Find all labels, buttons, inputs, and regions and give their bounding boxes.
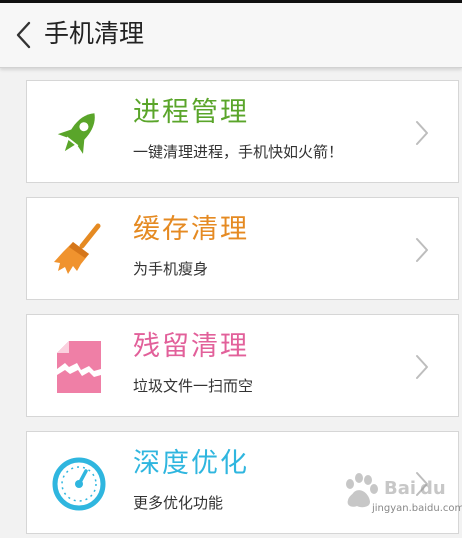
item-title: 缓存清理 bbox=[133, 214, 249, 245]
app-header: 手机清理 bbox=[0, 3, 462, 68]
item-title: 残留清理 bbox=[133, 331, 249, 362]
item-subtitle: 更多优化功能 bbox=[133, 494, 224, 512]
svg-text:Bai: Bai bbox=[384, 478, 416, 499]
residual-cleanup-item[interactable]: 残留清理 垃圾文件一扫而空 bbox=[26, 314, 459, 417]
cache-cleanup-item[interactable]: 缓存清理 为手机瘦身 bbox=[26, 197, 459, 300]
chevron-left-icon bbox=[16, 21, 31, 49]
process-management-item[interactable]: 进程管理 一键清理进程，手机快如火箭！ bbox=[26, 80, 459, 183]
torn-file-icon bbox=[51, 339, 107, 395]
broom-icon bbox=[51, 222, 107, 278]
chevron-right-icon bbox=[416, 355, 428, 379]
chevron-right-icon bbox=[416, 121, 428, 145]
watermark-text: jingyan.baidu.com bbox=[372, 503, 462, 514]
svg-text:du: du bbox=[420, 478, 446, 499]
gauge-icon bbox=[51, 456, 107, 512]
item-subtitle: 为手机瘦身 bbox=[133, 260, 209, 278]
chevron-right-icon bbox=[416, 238, 428, 262]
item-title: 深度优化 bbox=[133, 448, 249, 479]
page-title: 手机清理 bbox=[44, 19, 145, 48]
item-subtitle: 一键清理进程，手机快如火箭！ bbox=[133, 143, 344, 161]
item-title: 进程管理 bbox=[133, 97, 249, 128]
back-button[interactable] bbox=[6, 9, 44, 61]
rocket-icon bbox=[51, 105, 107, 161]
item-subtitle: 垃圾文件一扫而空 bbox=[133, 377, 254, 395]
